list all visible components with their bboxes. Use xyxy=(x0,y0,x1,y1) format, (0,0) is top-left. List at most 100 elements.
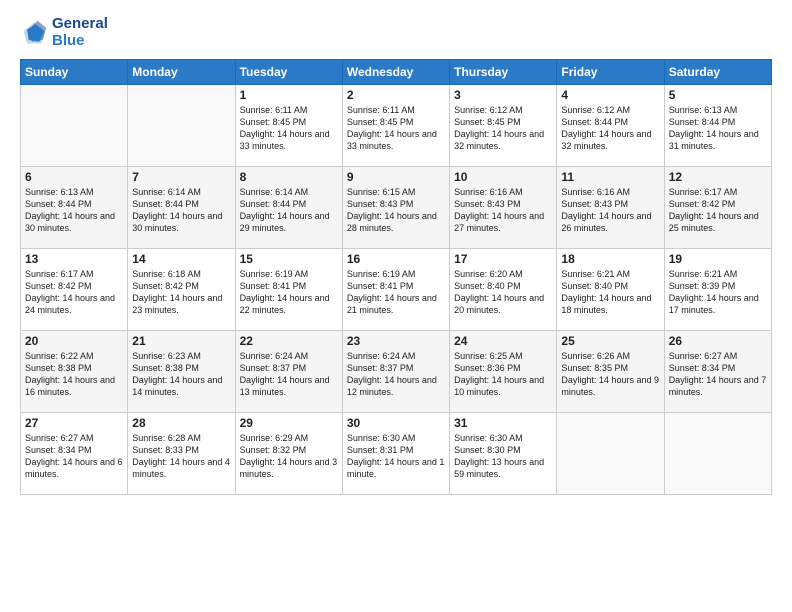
calendar-cell xyxy=(557,413,664,495)
day-number: 27 xyxy=(25,416,123,430)
calendar-cell: 24 Sunrise: 6:25 AM Sunset: 8:36 PM Dayli… xyxy=(450,331,557,413)
logo: General Blue xyxy=(20,16,108,49)
day-number: 13 xyxy=(25,252,123,266)
day-number: 14 xyxy=(132,252,230,266)
day-number: 29 xyxy=(240,416,338,430)
day-number: 21 xyxy=(132,334,230,348)
calendar-cell: 23Sunrise: 6:24 AM Sunset: 8:37 PM Dayli… xyxy=(342,331,449,413)
cell-info: Sunrise: 6:28 AM Sunset: 8:33 PM Dayligh… xyxy=(132,432,230,481)
day-number: 23 xyxy=(347,334,445,348)
calendar-cell: 10 Sunrise: 6:16 AM Sunset: 8:43 PM Dayli… xyxy=(450,167,557,249)
cell-info: Sunrise: 6:17 AM Sunset: 8:42 PM Dayligh… xyxy=(25,268,123,317)
calendar-cell: 8 Sunrise: 6:14 AM Sunset: 8:44 PM Daylig… xyxy=(235,167,342,249)
cell-info: Sunrise: 6:21 AM Sunset: 8:40 PM Dayligh… xyxy=(561,268,659,317)
calendar-cell: 12 Sunrise: 6:17 AM Sunset: 8:42 PM Dayli… xyxy=(664,167,771,249)
cell-info: Sunrise: 6:25 AM Sunset: 8:36 PM Dayligh… xyxy=(454,350,552,399)
calendar-cell: 6 Sunrise: 6:13 AM Sunset: 8:44 PM Daylig… xyxy=(21,167,128,249)
cell-info: Sunrise: 6:14 AM Sunset: 8:44 PM Dayligh… xyxy=(240,186,338,235)
day-number: 16 xyxy=(347,252,445,266)
calendar-week-5: 27 Sunrise: 6:27 AM Sunset: 8:34 PM Dayli… xyxy=(21,413,772,495)
calendar-cell xyxy=(21,85,128,167)
calendar-cell: 4Sunrise: 6:12 AM Sunset: 8:44 PM Daylig… xyxy=(557,85,664,167)
day-number: 5 xyxy=(669,88,767,102)
day-number: 18 xyxy=(561,252,659,266)
cell-info: Sunrise: 6:11 AM Sunset: 8:45 PM Dayligh… xyxy=(240,104,338,153)
weekday-header-row: SundayMondayTuesdayWednesdayThursdayFrid… xyxy=(21,60,772,85)
calendar-cell: 29 Sunrise: 6:29 AM Sunset: 8:32 PM Dayli… xyxy=(235,413,342,495)
weekday-header-saturday: Saturday xyxy=(664,60,771,85)
day-number: 9 xyxy=(347,170,445,184)
calendar-cell xyxy=(664,413,771,495)
calendar-cell: 19 Sunrise: 6:21 AM Sunset: 8:39 PM Dayli… xyxy=(664,249,771,331)
calendar-cell: 7Sunrise: 6:14 AM Sunset: 8:44 PM Daylig… xyxy=(128,167,235,249)
calendar-cell: 26 Sunrise: 6:27 AM Sunset: 8:34 PM Dayli… xyxy=(664,331,771,413)
calendar-cell: 2 Sunrise: 6:11 AM Sunset: 8:45 PM Daylig… xyxy=(342,85,449,167)
day-number: 22 xyxy=(240,334,338,348)
calendar-cell: 3Sunrise: 6:12 AM Sunset: 8:45 PM Daylig… xyxy=(450,85,557,167)
weekday-header-thursday: Thursday xyxy=(450,60,557,85)
weekday-header-sunday: Sunday xyxy=(21,60,128,85)
cell-info: Sunrise: 6:27 AM Sunset: 8:34 PM Dayligh… xyxy=(669,350,767,399)
cell-info: Sunrise: 6:23 AM Sunset: 8:38 PM Dayligh… xyxy=(132,350,230,399)
calendar-cell: 14 Sunrise: 6:18 AM Sunset: 8:42 PM Dayli… xyxy=(128,249,235,331)
day-number: 26 xyxy=(669,334,767,348)
cell-info: Sunrise: 6:30 AM Sunset: 8:31 PM Dayligh… xyxy=(347,432,445,481)
calendar-cell: 21 Sunrise: 6:23 AM Sunset: 8:38 PM Dayli… xyxy=(128,331,235,413)
day-number: 11 xyxy=(561,170,659,184)
logo-icon xyxy=(20,19,48,47)
cell-info: Sunrise: 6:14 AM Sunset: 8:44 PM Dayligh… xyxy=(132,186,230,235)
cell-info: Sunrise: 6:26 AM Sunset: 8:35 PM Dayligh… xyxy=(561,350,659,399)
cell-info: Sunrise: 6:16 AM Sunset: 8:43 PM Dayligh… xyxy=(454,186,552,235)
calendar-cell xyxy=(128,85,235,167)
calendar-cell: 9 Sunrise: 6:15 AM Sunset: 8:43 PM Daylig… xyxy=(342,167,449,249)
calendar-cell: 20 Sunrise: 6:22 AM Sunset: 8:38 PM Dayli… xyxy=(21,331,128,413)
calendar-cell: 16 Sunrise: 6:19 AM Sunset: 8:41 PM Dayli… xyxy=(342,249,449,331)
page-header: General Blue xyxy=(20,16,772,49)
day-number: 31 xyxy=(454,416,552,430)
day-number: 17 xyxy=(454,252,552,266)
weekday-header-wednesday: Wednesday xyxy=(342,60,449,85)
calendar-cell: 11 Sunrise: 6:16 AM Sunset: 8:43 PM Dayli… xyxy=(557,167,664,249)
calendar-week-2: 6 Sunrise: 6:13 AM Sunset: 8:44 PM Daylig… xyxy=(21,167,772,249)
day-number: 2 xyxy=(347,88,445,102)
cell-info: Sunrise: 6:20 AM Sunset: 8:40 PM Dayligh… xyxy=(454,268,552,317)
cell-info: Sunrise: 6:12 AM Sunset: 8:44 PM Dayligh… xyxy=(561,104,659,153)
cell-info: Sunrise: 6:11 AM Sunset: 8:45 PM Dayligh… xyxy=(347,104,445,153)
calendar-cell: 22Sunrise: 6:24 AM Sunset: 8:37 PM Dayli… xyxy=(235,331,342,413)
day-number: 30 xyxy=(347,416,445,430)
day-number: 24 xyxy=(454,334,552,348)
cell-info: Sunrise: 6:12 AM Sunset: 8:45 PM Dayligh… xyxy=(454,104,552,153)
calendar-cell: 31Sunrise: 6:30 AM Sunset: 8:30 PM Dayli… xyxy=(450,413,557,495)
day-number: 8 xyxy=(240,170,338,184)
cell-info: Sunrise: 6:15 AM Sunset: 8:43 PM Dayligh… xyxy=(347,186,445,235)
calendar-cell: 13 Sunrise: 6:17 AM Sunset: 8:42 PM Dayli… xyxy=(21,249,128,331)
calendar-cell: 17 Sunrise: 6:20 AM Sunset: 8:40 PM Dayli… xyxy=(450,249,557,331)
cell-info: Sunrise: 6:16 AM Sunset: 8:43 PM Dayligh… xyxy=(561,186,659,235)
day-number: 6 xyxy=(25,170,123,184)
weekday-header-monday: Monday xyxy=(128,60,235,85)
day-number: 10 xyxy=(454,170,552,184)
calendar-cell: 25Sunrise: 6:26 AM Sunset: 8:35 PM Dayli… xyxy=(557,331,664,413)
cell-info: Sunrise: 6:13 AM Sunset: 8:44 PM Dayligh… xyxy=(25,186,123,235)
weekday-header-friday: Friday xyxy=(557,60,664,85)
day-number: 1 xyxy=(240,88,338,102)
calendar-cell: 30 Sunrise: 6:30 AM Sunset: 8:31 PM Dayli… xyxy=(342,413,449,495)
cell-info: Sunrise: 6:18 AM Sunset: 8:42 PM Dayligh… xyxy=(132,268,230,317)
cell-info: Sunrise: 6:21 AM Sunset: 8:39 PM Dayligh… xyxy=(669,268,767,317)
cell-info: Sunrise: 6:22 AM Sunset: 8:38 PM Dayligh… xyxy=(25,350,123,399)
calendar-week-4: 20 Sunrise: 6:22 AM Sunset: 8:38 PM Dayli… xyxy=(21,331,772,413)
calendar-cell: 15Sunrise: 6:19 AM Sunset: 8:41 PM Dayli… xyxy=(235,249,342,331)
day-number: 19 xyxy=(669,252,767,266)
day-number: 12 xyxy=(669,170,767,184)
day-number: 28 xyxy=(132,416,230,430)
weekday-header-tuesday: Tuesday xyxy=(235,60,342,85)
calendar-cell: 18 Sunrise: 6:21 AM Sunset: 8:40 PM Dayli… xyxy=(557,249,664,331)
day-number: 20 xyxy=(25,334,123,348)
cell-info: Sunrise: 6:19 AM Sunset: 8:41 PM Dayligh… xyxy=(347,268,445,317)
logo-text: General Blue xyxy=(52,16,108,49)
cell-info: Sunrise: 6:17 AM Sunset: 8:42 PM Dayligh… xyxy=(669,186,767,235)
cell-info: Sunrise: 6:29 AM Sunset: 8:32 PM Dayligh… xyxy=(240,432,338,481)
cell-info: Sunrise: 6:27 AM Sunset: 8:34 PM Dayligh… xyxy=(25,432,123,481)
calendar-week-1: 1 Sunrise: 6:11 AM Sunset: 8:45 PM Daylig… xyxy=(21,85,772,167)
calendar-cell: 28 Sunrise: 6:28 AM Sunset: 8:33 PM Dayli… xyxy=(128,413,235,495)
